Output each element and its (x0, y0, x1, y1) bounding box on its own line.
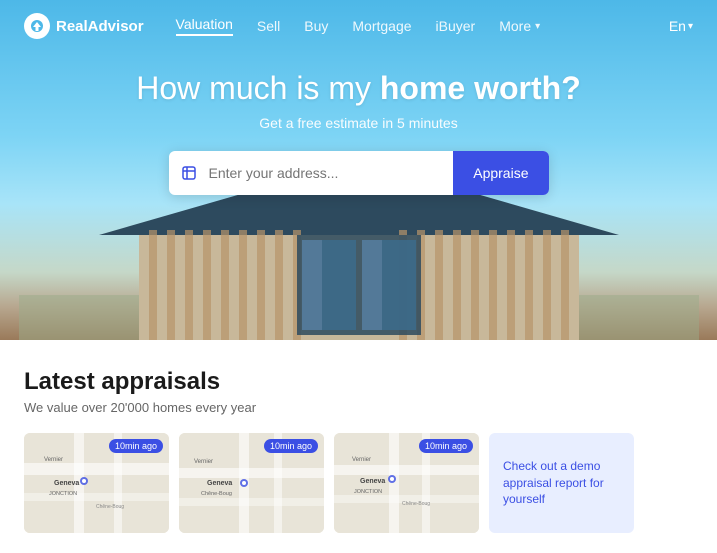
svg-text:Vernier: Vernier (44, 457, 63, 463)
appraisal-card[interactable]: Vernier Geneva JONCTION Chêne-Boug 10min… (24, 433, 169, 533)
nav-buy[interactable]: Buy (304, 18, 328, 34)
time-badge: 10min ago (264, 439, 318, 453)
svg-text:JONCTION: JONCTION (49, 491, 77, 497)
map-thumbnail: Vernier Geneva JONCTION Chêne-Boug 10min… (334, 433, 479, 533)
svg-text:Geneva: Geneva (54, 480, 79, 487)
nav-more[interactable]: More ▾ (499, 18, 540, 34)
content-section: Latest appraisals We value over 20'000 h… (0, 340, 717, 553)
search-bar: Appraise (169, 151, 549, 195)
time-badge: 10min ago (109, 439, 163, 453)
svg-text:Vernier: Vernier (352, 457, 371, 463)
nav-sell[interactable]: Sell (257, 18, 280, 34)
section-subtitle: We value over 20'000 homes every year (24, 400, 693, 415)
language-selector[interactable]: En ▾ (669, 18, 693, 34)
demo-card-text: Check out a demo appraisal report for yo… (503, 458, 620, 508)
nav-mortgage[interactable]: Mortgage (352, 18, 411, 34)
chevron-down-icon: ▾ (535, 21, 540, 32)
time-badge: 10min ago (419, 439, 473, 453)
section-title: Latest appraisals (24, 368, 693, 396)
nav-valuation[interactable]: Valuation (176, 16, 233, 36)
svg-text:Geneva: Geneva (360, 478, 385, 485)
hero-title: How much is my home worth? (136, 70, 580, 107)
logo-icon (24, 13, 50, 39)
address-input[interactable] (209, 151, 454, 195)
hero-text: How much is my home worth? Get a free es… (136, 70, 580, 151)
appraisal-card[interactable]: Vernier Geneva JONCTION Chêne-Boug 10min… (334, 433, 479, 533)
appraise-button[interactable]: Appraise (453, 151, 548, 195)
logo[interactable]: RealAdvisor (24, 13, 144, 39)
appraisal-cards-row: Vernier Geneva JONCTION Chêne-Boug 10min… (24, 433, 693, 533)
map-thumbnail: Vernier Geneva JONCTION Chêne-Boug 10min… (24, 433, 169, 533)
svg-text:JONCTION: JONCTION (354, 489, 382, 495)
svg-text:Chêne-Boug: Chêne-Boug (201, 491, 232, 497)
svg-text:Vernier: Vernier (194, 459, 213, 465)
hero-subtitle: Get a free estimate in 5 minutes (136, 115, 580, 131)
nav-links: Valuation Sell Buy Mortgage iBuyer More … (176, 16, 669, 36)
logo-text: RealAdvisor (56, 18, 144, 35)
svg-text:Geneva: Geneva (207, 480, 232, 487)
navbar: RealAdvisor Valuation Sell Buy Mortgage … (0, 0, 717, 52)
appraisal-card[interactable]: Vernier Geneva Chêne-Boug 10min ago (179, 433, 324, 533)
nav-ibuyer[interactable]: iBuyer (436, 18, 476, 34)
svg-text:Chêne-Boug: Chêne-Boug (402, 501, 430, 507)
map-thumbnail: Vernier Geneva Chêne-Boug 10min ago (179, 433, 324, 533)
svg-text:Chêne-Boug: Chêne-Boug (96, 504, 124, 510)
demo-appraisal-card[interactable]: Check out a demo appraisal report for yo… (489, 433, 634, 533)
nav-right: En ▾ (669, 18, 693, 34)
location-icon (169, 165, 209, 181)
chevron-down-icon: ▾ (688, 21, 693, 32)
